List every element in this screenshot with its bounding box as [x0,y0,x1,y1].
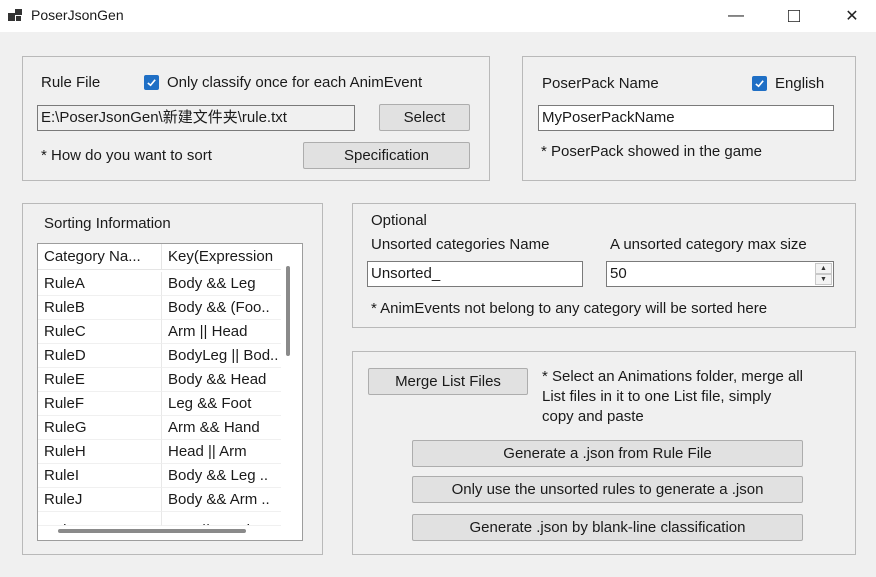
category-cell: RuleF [38,392,162,416]
key-cell: Head || Arm [162,440,281,464]
select-button[interactable]: Select [379,104,470,131]
category-cell: RuleA [38,272,162,296]
key-cell: Foot || Hand [162,512,281,526]
key-cell: Arm || Head [162,320,281,344]
unsorted-name-field[interactable]: Unsorted_ [367,261,583,287]
poserpack-hint: * PoserPack showed in the game [541,143,762,160]
category-cell: RuleK [38,512,162,526]
merge-hint-line-2: List files in it to one List file, simpl… [542,388,772,405]
table-row[interactable]: RuleG Arm && Hand [38,416,281,440]
table-row[interactable]: RuleC Arm || Head [38,320,281,344]
merge-hint-line-3: copy and paste [542,408,644,425]
title-bar[interactable]: PoserJsonGen — □ ✕ [0,0,876,32]
rule-file-label: Rule File [41,74,101,91]
table-row[interactable]: RuleB Body && (Foo.. [38,296,281,320]
window-title: PoserJsonGen [31,7,124,23]
key-cell: Body && Leg .. [162,464,281,488]
max-size-stepper[interactable]: 50 ▲ ▼ [606,261,834,287]
list-header: Category Na... Key(Expression [38,244,281,270]
horizontal-scrollbar[interactable] [58,529,246,533]
sorting-title: Sorting Information [44,215,171,232]
key-cell: Body && (Foo.. [162,296,281,320]
key-cell: BodyLeg || Bod.. [162,344,281,368]
rule-file-path-field[interactable]: E:\PoserJsonGen\新建文件夹\rule.txt [37,105,355,131]
max-size-label: A unsorted category max size [610,236,807,253]
app-icon [8,9,22,23]
minimize-button[interactable]: — [713,0,759,32]
table-row[interactable]: RuleF Leg && Foot [38,392,281,416]
merge-hint-line-1: * Select an Animations folder, merge all [542,368,803,385]
vertical-scrollbar[interactable] [286,266,290,356]
category-cell: RuleJ [38,488,162,512]
blank-line-json-button[interactable]: Generate .json by blank-line classificat… [412,514,803,541]
optional-title: Optional [371,212,427,229]
key-cell: Body && Head [162,368,281,392]
unsorted-rules-json-button[interactable]: Only use the unsorted rules to generate … [412,476,803,503]
stepper-up-icon[interactable]: ▲ [815,263,832,274]
english-checkbox[interactable] [752,76,767,91]
category-cell: RuleI [38,464,162,488]
sort-hint: * How do you want to sort [41,147,212,164]
maximize-button[interactable]: □ [771,0,817,32]
close-button[interactable]: ✕ [829,0,875,32]
specification-button[interactable]: Specification [303,142,470,169]
table-row[interactable]: RuleE Body && Head [38,368,281,392]
key-cell: Body && Leg [162,272,281,296]
table-row[interactable]: RuleKFoot || Hand [38,512,281,526]
column-header-category[interactable]: Category Na... [38,244,162,269]
sorting-list[interactable]: Category Na... Key(Expression RuleA Body … [37,243,303,541]
category-cell: RuleD [38,344,162,368]
table-row[interactable]: RuleI Body && Leg .. [38,464,281,488]
category-cell: RuleB [38,296,162,320]
poserpack-name-field[interactable]: MyPoserPackName [538,105,834,131]
checkmark-icon [147,79,156,87]
optional-hint: * AnimEvents not belong to any category … [371,300,768,317]
merge-list-files-button[interactable]: Merge List Files [368,368,528,395]
table-row[interactable]: RuleH Head || Arm [38,440,281,464]
classify-once-label[interactable]: Only classify once for each AnimEvent [167,74,422,91]
category-cell: RuleH [38,440,162,464]
key-cell: Leg && Foot [162,392,281,416]
classify-once-checkbox[interactable] [144,75,159,90]
max-size-value[interactable]: 50 [610,264,627,284]
key-cell: Arm && Hand [162,416,281,440]
unsorted-name-label: Unsorted categories Name [371,236,550,253]
category-cell: RuleC [38,320,162,344]
stepper-down-icon[interactable]: ▼ [815,274,832,285]
english-label[interactable]: English [775,75,824,92]
table-row[interactable]: RuleA Body && Leg [38,272,281,296]
generate-json-button[interactable]: Generate a .json from Rule File [412,440,803,467]
poserpack-name-label: PoserPack Name [542,75,659,92]
category-cell: RuleG [38,416,162,440]
key-cell: Body && Arm .. [162,488,281,512]
category-cell: RuleE [38,368,162,392]
table-row[interactable]: RuleD BodyLeg || Bod.. [38,344,281,368]
checkmark-icon [755,80,764,88]
column-header-key[interactable]: Key(Expression [162,244,281,269]
table-row[interactable]: RuleJ Body && Arm .. [38,488,281,512]
